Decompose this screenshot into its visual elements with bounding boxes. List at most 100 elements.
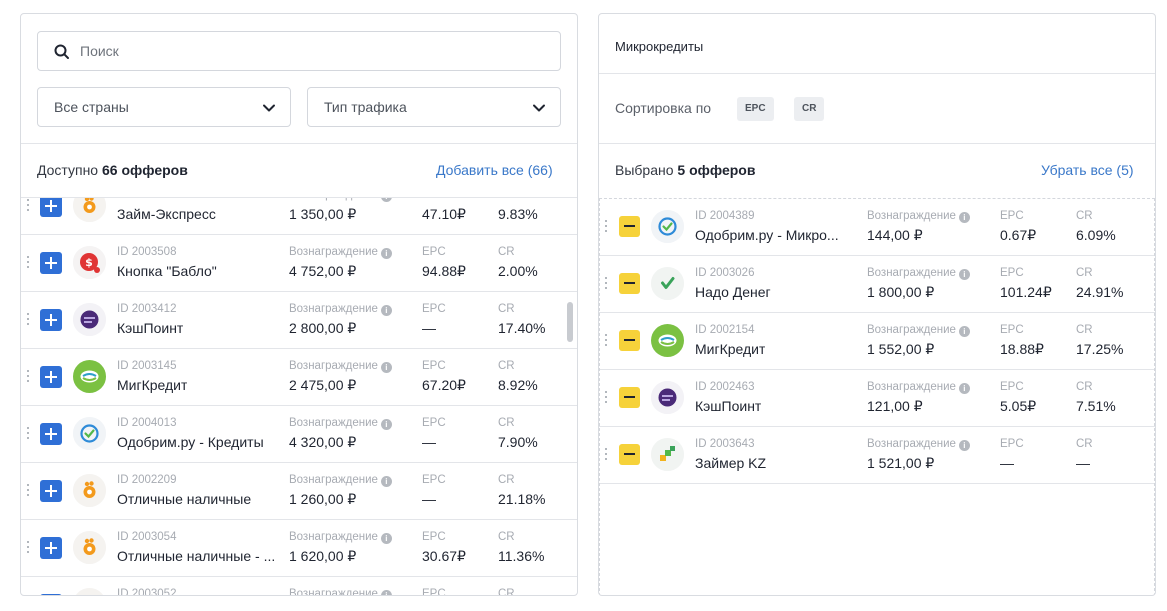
add-offer-button[interactable] (40, 594, 62, 595)
remove-all-link[interactable]: Убрать все (5) (1041, 162, 1134, 178)
offer-id: ID 2003054 (117, 531, 177, 543)
reward-label-text: Вознаграждение (867, 438, 956, 450)
offer-epc: 67.20₽ (422, 377, 466, 393)
traffic-type-select[interactable]: Тип трафика (307, 87, 561, 127)
offer-epc: 30.67₽ (422, 548, 466, 564)
sort-epc-button[interactable]: EPC (737, 97, 774, 121)
offer-name: Займер KZ (695, 455, 767, 471)
chevron-down-icon (263, 104, 275, 112)
offer-cr: — (1076, 455, 1090, 471)
offer-row[interactable]: ID 2004013 Одобрим.ру - Кредиты Вознагражд… (21, 406, 577, 463)
green-zaimer-icon (651, 438, 684, 471)
add-offer-button[interactable] (40, 198, 62, 217)
cr-label: CR (498, 360, 515, 372)
drag-handle-icon[interactable] (605, 448, 609, 464)
cr-label: CR (498, 198, 515, 201)
offer-reward: 1 521,00 ₽ (867, 455, 935, 471)
offer-id: ID 2004013 (117, 417, 177, 429)
orange-hand-icon (73, 531, 106, 564)
selected-offer-row[interactable]: ID 2003026 Надо Денег Вознаграждение i 1 800… (599, 256, 1155, 313)
info-icon[interactable]: i (958, 383, 970, 394)
info-icon[interactable]: i (380, 419, 392, 430)
drag-handle-icon[interactable] (605, 391, 609, 407)
search-box[interactable] (37, 31, 561, 71)
offer-row[interactable]: Займ-Экспресс Вознаграждениеi 1 350,00 ₽ EP… (21, 198, 577, 235)
remove-offer-button[interactable] (619, 330, 640, 351)
cr-label: CR (498, 303, 515, 315)
info-icon[interactable]: i (958, 440, 970, 451)
reward-label-text: Вознаграждение (289, 474, 378, 486)
green-migkredit-icon (651, 324, 684, 357)
add-offer-button[interactable] (40, 252, 62, 274)
info-icon[interactable]: i (380, 198, 392, 202)
drag-handle-icon[interactable] (605, 220, 609, 236)
offer-cr: 2.00% (498, 263, 538, 279)
drag-handle-icon[interactable] (27, 199, 31, 215)
add-all-link[interactable]: Добавить все (66) (436, 162, 553, 178)
remove-offer-button[interactable] (619, 216, 640, 237)
drag-handle-icon[interactable] (27, 427, 31, 443)
offer-row[interactable]: ID 2003052 Вознаграждение i EPC CR (21, 577, 577, 596)
info-icon[interactable]: i (958, 269, 970, 280)
add-offer-button[interactable] (40, 366, 62, 388)
info-icon[interactable]: i (380, 533, 392, 544)
info-icon[interactable]: i (380, 476, 392, 487)
offer-row[interactable]: ID 2003145 МигКредит Вознаграждение i 2 475,… (21, 349, 577, 406)
info-icon[interactable]: i (380, 305, 392, 316)
selected-offer-row[interactable]: ID 2004389 Одобрим.ру - Микро... Вознаграж… (599, 199, 1155, 256)
divider (599, 143, 1155, 144)
epc-label: EPC (1000, 210, 1024, 222)
selected-offer-row[interactable]: ID 2002154 МигКредит Вознаграждение i 1 552,… (599, 313, 1155, 370)
reward-label: Вознаграждениеi (289, 531, 392, 544)
drag-handle-icon[interactable] (605, 277, 609, 293)
selected-offer-row[interactable]: ID 2003643 Займер KZ Вознаграждение i 1 521,… (599, 427, 1155, 484)
search-input[interactable] (80, 32, 550, 70)
reward-label: Вознаграждениеi (867, 438, 970, 451)
epc-label: EPC (422, 246, 446, 258)
reward-label: Вознаграждениеi (867, 267, 970, 280)
sort-label: Сортировка по (615, 100, 712, 116)
add-offer-button[interactable] (40, 423, 62, 445)
countries-select[interactable]: Все страны (37, 87, 291, 127)
add-offer-button[interactable] (40, 309, 62, 331)
offer-reward: 121,00 ₽ (867, 398, 923, 414)
remove-offer-button[interactable] (619, 273, 640, 294)
epc-label: EPC (422, 588, 446, 596)
offer-row[interactable]: ID 2003412 КэшПоинт Вознаграждение i 2 800,0… (21, 292, 577, 349)
offer-name: Займ-Экспресс (117, 206, 216, 222)
add-offer-button[interactable] (40, 537, 62, 559)
drag-handle-icon[interactable] (27, 541, 31, 557)
drag-handle-icon[interactable] (27, 370, 31, 386)
available-prefix: Доступно (37, 162, 99, 178)
offer-row[interactable]: ID 2003054 Отличные наличные - ... Вознагр… (21, 520, 577, 577)
selected-offer-row[interactable]: ID 2002463 КэшПоинт Вознаграждение i 121,00 … (599, 370, 1155, 427)
offer-epc: 94.88₽ (422, 263, 466, 279)
drag-handle-icon[interactable] (27, 484, 31, 500)
remove-offer-button[interactable] (619, 444, 640, 465)
sort-cr-button[interactable]: CR (794, 97, 825, 121)
reward-label-text: Вознаграждение (289, 303, 378, 315)
offer-id: ID 2003145 (117, 360, 177, 372)
drag-handle-icon[interactable] (605, 334, 609, 350)
scrollbar-thumb[interactable] (567, 302, 573, 342)
reward-label-text: Вознаграждение (867, 324, 956, 336)
offer-row[interactable]: $ ID 2003508 Кнопка "Бабло" Вознаграждение i… (21, 235, 577, 292)
drag-handle-icon[interactable] (27, 256, 31, 272)
offer-reward: 1 552,00 ₽ (867, 341, 935, 357)
offer-row[interactable]: ID 2002209 Отличные наличные Вознаграждени… (21, 463, 577, 520)
offer-reward: 4 320,00 ₽ (289, 434, 357, 450)
remove-offer-button[interactable] (619, 387, 640, 408)
info-icon[interactable]: i (958, 326, 970, 337)
chevron-down-icon (533, 104, 545, 112)
info-icon[interactable]: i (380, 362, 392, 373)
info-icon[interactable]: i (380, 590, 392, 595)
drag-handle-icon[interactable] (27, 313, 31, 329)
add-offer-button[interactable] (40, 480, 62, 502)
offer-name: Отличные наличные - ... (117, 548, 276, 564)
offer-id: ID 2002209 (117, 474, 177, 486)
info-icon[interactable]: i (958, 212, 970, 223)
offer-name: КэшПоинт (695, 398, 762, 414)
reward-label: Вознаграждениеi (289, 474, 392, 487)
reward-label: Вознаграждениеi (867, 324, 970, 337)
info-icon[interactable]: i (380, 248, 392, 259)
